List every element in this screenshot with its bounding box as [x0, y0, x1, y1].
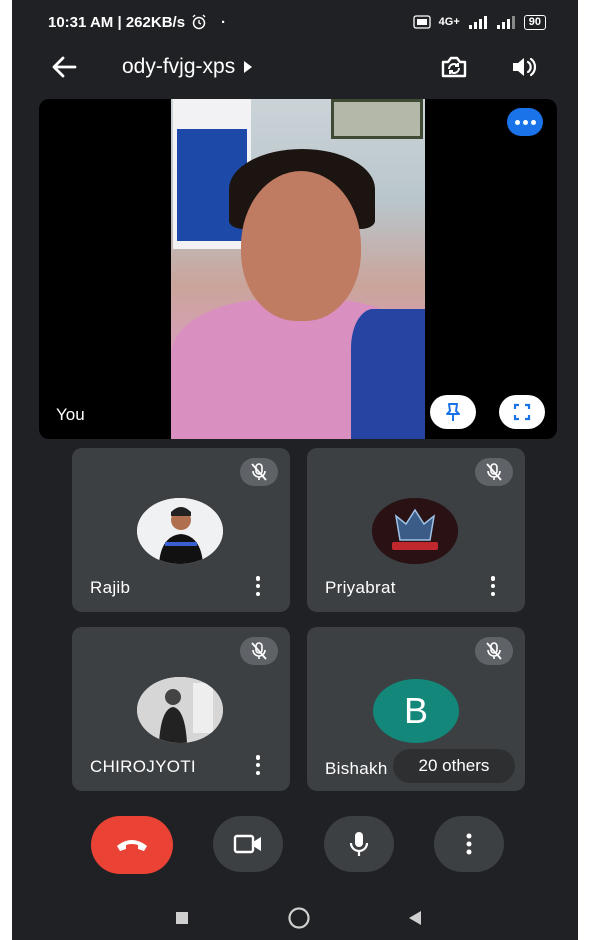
participant-tile-rajib[interactable]: Rajib	[72, 448, 290, 612]
participant-name: CHIROJYOTI	[90, 757, 196, 776]
person-face	[241, 171, 361, 321]
participant-tile-chirojyoti[interactable]: CHIROJYOTI	[72, 627, 290, 791]
status-bar: 10:31 AM | 262KB/s · 4G+ 90	[12, 0, 578, 44]
caret-right-icon	[244, 61, 253, 73]
pin-button[interactable]	[430, 395, 476, 429]
mic-off-icon	[486, 642, 502, 660]
avatar	[372, 498, 458, 564]
home-button[interactable]	[284, 903, 314, 933]
participant-tile-priyabrat[interactable]: Priyabrat	[307, 448, 525, 612]
signal-icon	[468, 16, 487, 29]
status-time-speed: 10:31 AM | 262KB/s	[48, 13, 186, 31]
phone-screen: 10:31 AM | 262KB/s · 4G+ 90 ody-fvjg-xps	[12, 0, 578, 940]
more-vertical-icon	[466, 833, 472, 855]
mic-muted-badge	[240, 458, 278, 486]
background-picture-frame	[331, 99, 423, 139]
meeting-code: ody-fvjg-xps	[122, 55, 236, 78]
audio-output-button[interactable]	[502, 45, 546, 89]
back-nav-button[interactable]	[400, 903, 430, 933]
self-tile-label: You	[56, 405, 85, 424]
call-controls	[12, 816, 578, 878]
mic-muted-badge	[240, 637, 278, 665]
arrow-left-icon	[52, 56, 77, 78]
microphone-toggle-button[interactable]	[324, 816, 394, 872]
system-nav-bar	[12, 895, 578, 940]
participant-options-button[interactable]	[254, 753, 262, 777]
participant-tile-bishakh[interactable]: B Bishakh 20 others	[307, 627, 525, 791]
network-label: 4G+	[438, 16, 460, 28]
pin-icon	[446, 403, 460, 421]
avatar	[137, 498, 223, 564]
switch-camera-button[interactable]	[432, 45, 476, 89]
status-dot: ·	[221, 13, 227, 31]
participant-name: Rajib	[90, 578, 131, 597]
battery-indicator: 90	[523, 14, 546, 30]
triangle-back-icon	[409, 911, 421, 925]
mic-muted-badge	[475, 637, 513, 665]
mic-off-icon	[251, 463, 267, 481]
participant-options-button[interactable]	[489, 574, 497, 598]
participant-name: Priyabrat	[325, 578, 396, 597]
back-button[interactable]	[42, 45, 86, 89]
fullscreen-button[interactable]	[499, 395, 545, 429]
video-camera-icon	[233, 834, 261, 854]
recents-button[interactable]	[167, 903, 197, 933]
end-call-icon	[117, 840, 147, 851]
person-blouse	[351, 309, 425, 439]
participant-options-button[interactable]	[254, 574, 262, 598]
self-tile-more-button[interactable]	[507, 108, 543, 136]
end-call-button[interactable]	[91, 816, 173, 874]
square-icon	[176, 912, 188, 924]
app-bar: ody-fvjg-xps	[12, 44, 578, 90]
fullscreen-icon	[513, 403, 531, 421]
alarm-icon	[192, 14, 206, 30]
mic-off-icon	[486, 463, 502, 481]
signal-icon-2	[496, 16, 515, 29]
speaker-icon	[513, 57, 537, 77]
self-video-feed	[171, 99, 425, 439]
self-video-tile[interactable]: You	[39, 99, 557, 439]
circle-icon	[288, 907, 310, 929]
switch-camera-icon	[441, 56, 467, 78]
mic-off-icon	[251, 642, 267, 660]
meeting-title[interactable]: ody-fvjg-xps	[122, 55, 253, 79]
mic-muted-badge	[475, 458, 513, 486]
volte-icon	[412, 15, 431, 29]
more-options-button[interactable]	[434, 816, 504, 872]
others-chip[interactable]: 20 others	[393, 749, 515, 783]
letter-avatar: B	[373, 679, 459, 743]
avatar	[137, 677, 223, 743]
microphone-icon	[349, 832, 369, 856]
camera-toggle-button[interactable]	[213, 816, 283, 872]
